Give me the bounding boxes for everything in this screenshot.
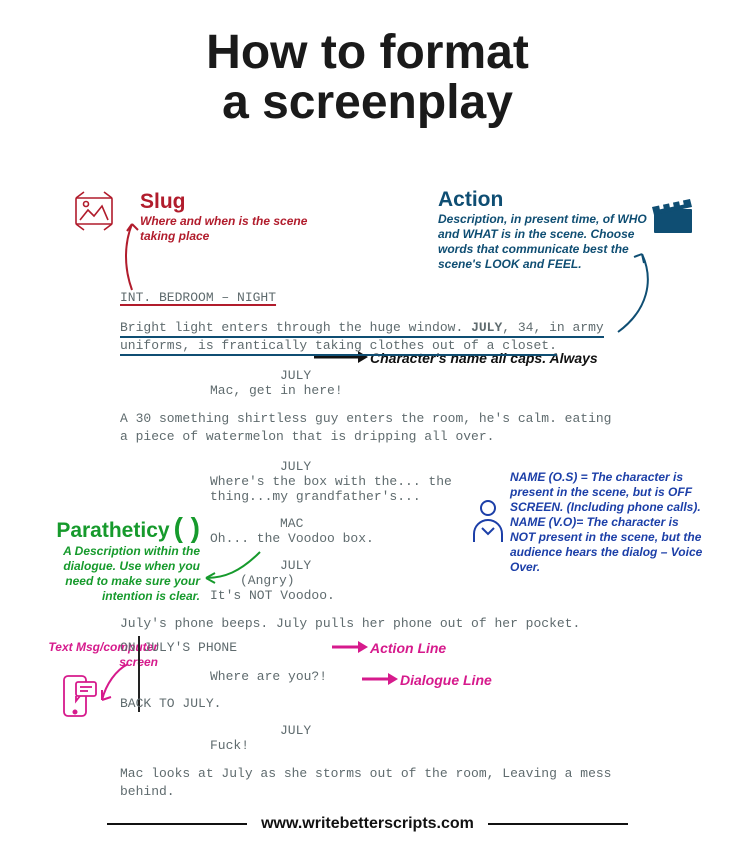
action-heading: Action [438,188,648,212]
char-2: JULY [280,459,620,474]
action-3: July's phone beeps. July pulls her phone… [120,615,620,633]
char-5: JULY [280,723,620,738]
action-4: Mac looks at July as she storms out of t… [120,765,620,800]
dial-6: Fuck! [210,738,510,753]
slug-arrow [118,218,144,298]
title-line1: How to format [206,26,529,79]
slug-heading: Slug [140,190,330,214]
dial-2: Where's the box with the... the thing...… [210,474,510,504]
theater-icon [70,190,118,238]
onphone-block: ON JULY'S PHONE Where are you?! BACK TO … [120,640,620,814]
phone-message-icon [58,672,100,724]
action-1-pre: Bright light enters through the huge win… [120,320,471,335]
dial-1: Mac, get in here! [210,383,510,398]
title-line2: a screenplay [222,76,513,129]
slugline: INT. BEDROOM – NIGHT [120,290,620,305]
dial-5: Where are you?! [210,669,510,684]
on-phone-slug: ON JULY'S PHONE [120,640,620,655]
footer-url: www.writebetterscripts.com [0,815,735,833]
back-to: BACK TO JULY. [120,696,620,711]
paren-4: (Angry) [240,573,620,588]
clapperboard-icon [650,195,696,237]
action-1-bold: JULY [471,320,502,335]
dial-3: Oh... the Voodoo box. [210,531,510,546]
slug-label-block: Slug Where and when is the scene taking … [140,190,330,244]
page-title: How to format a screenplay [0,0,735,129]
dial-4: It's NOT Voodoo. [210,588,510,603]
action-2: A 30 something shirtless guy enters the … [120,410,620,445]
char-1: JULY [280,368,620,383]
char-3: MAC [280,516,620,531]
action-1: Bright light enters through the huge win… [120,319,620,354]
screenplay-body: INT. BEDROOM – NIGHT Bright light enters… [120,290,620,647]
char-4: JULY [280,558,620,573]
slug-desc: Where and when is the scene taking place [140,214,330,244]
